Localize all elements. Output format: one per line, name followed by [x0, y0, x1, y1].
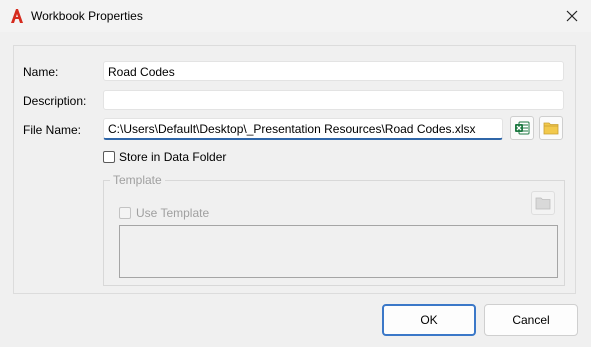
store-in-data-folder-label: Store in Data Folder — [119, 150, 227, 164]
store-in-data-folder-checkbox[interactable] — [103, 151, 115, 163]
template-path-box[interactable] — [119, 225, 558, 278]
close-icon — [566, 10, 578, 22]
use-template-label: Use Template — [136, 206, 210, 220]
description-label: Description: — [23, 94, 87, 108]
close-button[interactable] — [560, 6, 584, 26]
ok-button[interactable]: OK — [382, 304, 476, 336]
excel-icon — [515, 121, 530, 135]
file-name-label: File Name: — [23, 123, 82, 137]
name-label: Name: — [23, 65, 59, 79]
cancel-button[interactable]: Cancel — [484, 304, 578, 336]
browse-template-button[interactable] — [531, 191, 555, 215]
title-bar: Workbook Properties — [0, 0, 591, 32]
template-group-title: Template — [110, 173, 165, 187]
file-name-field[interactable]: C:\Users\Default\Desktop\_Presentation R… — [103, 118, 503, 140]
folder-icon — [543, 122, 559, 135]
folder-icon — [535, 197, 551, 210]
description-field[interactable] — [103, 90, 564, 110]
name-field[interactable]: Road Codes — [103, 61, 564, 81]
autocad-logo-icon — [11, 9, 23, 23]
use-template-checkbox[interactable] — [119, 207, 131, 219]
open-in-excel-button[interactable] — [510, 116, 534, 140]
browse-file-button[interactable] — [539, 116, 563, 140]
window-title: Workbook Properties — [31, 9, 143, 23]
